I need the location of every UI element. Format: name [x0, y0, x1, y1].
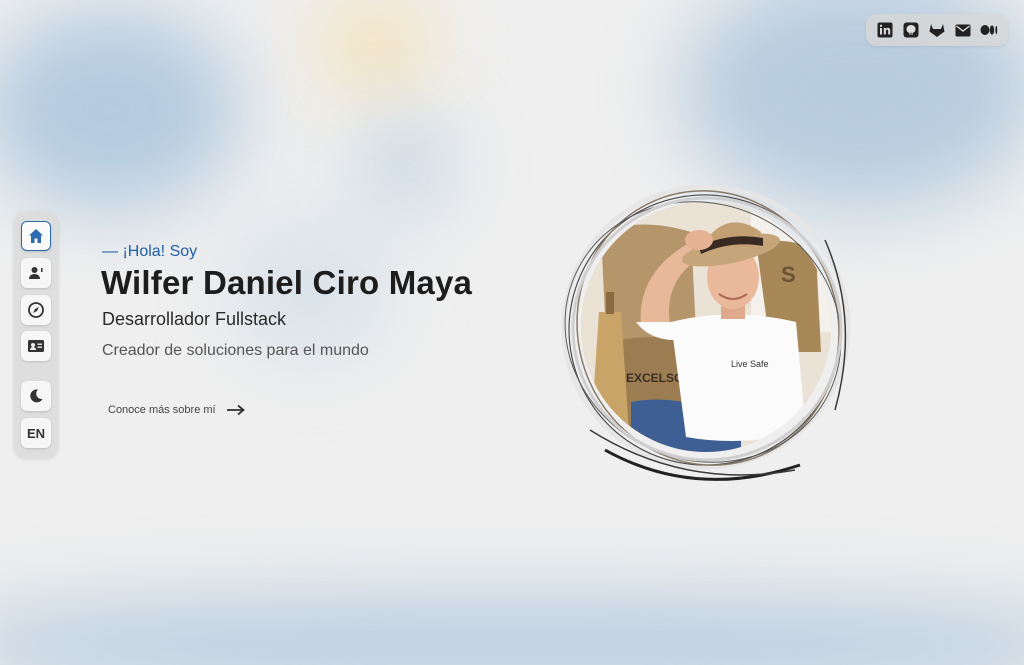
mail-icon[interactable]	[953, 20, 973, 40]
home-icon	[29, 229, 43, 243]
arrow-right-icon	[226, 404, 245, 416]
linkedin-icon[interactable]	[875, 20, 895, 40]
page-title: Wilfer Daniel Ciro Maya	[101, 264, 473, 301]
nav-contact-button[interactable]	[21, 331, 51, 361]
greeting-text: — ¡Hola! Soy	[102, 243, 198, 260]
background-blob	[320, 0, 430, 90]
brush-ring	[561, 184, 851, 481]
tagline-text: Creador de soluciones para el mundo	[102, 342, 369, 359]
github-icon[interactable]	[901, 20, 921, 40]
contact-card-icon	[28, 340, 44, 352]
page: EN — ¡Hola! Soy Wilfer Daniel Ciro Maya …	[0, 0, 1024, 665]
language-label: EN	[26, 425, 46, 441]
profile-photo-frame: EXCELSO S Live Safe	[545, 180, 865, 490]
learn-more-link[interactable]: Conoce más sobre mí	[102, 398, 252, 422]
role-subtitle: Desarrollador Fullstack	[102, 309, 287, 329]
learn-more-label: Conoce más sobre mí	[108, 404, 216, 416]
sidebar-nav: EN	[14, 212, 58, 458]
nav-projects-button[interactable]	[21, 295, 51, 325]
social-links-bar	[866, 14, 1008, 46]
language-toggle-button[interactable]: EN	[21, 418, 51, 448]
medium-icon[interactable]	[979, 20, 999, 40]
background-blob	[0, 600, 1024, 665]
nav-home-button[interactable]	[21, 221, 51, 251]
gitlab-icon[interactable]	[927, 20, 947, 40]
moon-icon	[30, 389, 43, 403]
theme-toggle-button[interactable]	[21, 381, 51, 411]
user-icon	[29, 267, 43, 279]
background-blob	[0, 10, 240, 210]
nav-about-button[interactable]	[21, 258, 51, 288]
background-blob	[360, 120, 450, 210]
compass-icon	[28, 302, 44, 318]
